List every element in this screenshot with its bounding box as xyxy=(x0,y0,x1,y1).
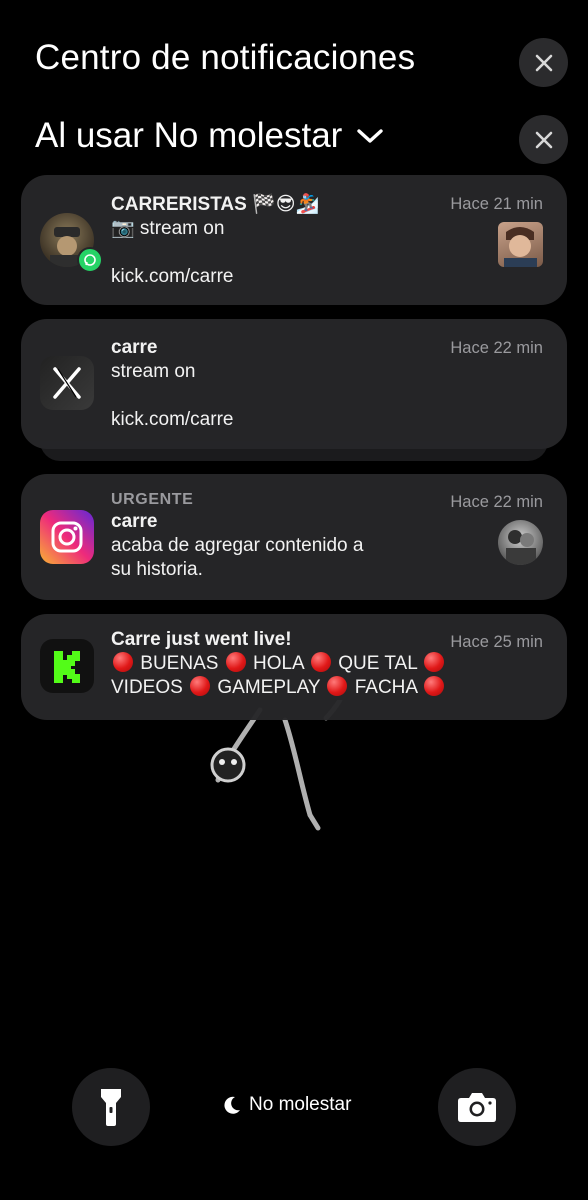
close-focus-group-button[interactable] xyxy=(519,115,568,164)
moon-icon xyxy=(224,1096,240,1114)
notification-body-line1: acaba de agregar contenido a xyxy=(111,535,364,556)
chevron-down-icon xyxy=(357,129,384,143)
red-circle-emoji xyxy=(190,676,211,696)
notification-sender: carre xyxy=(111,337,158,358)
red-circle-emoji xyxy=(327,676,348,696)
notification-time: Hace 25 min xyxy=(450,633,543,651)
notification-sender: CARRERISTAS 🏁😎🏂 xyxy=(111,194,320,215)
camera-icon xyxy=(458,1093,496,1122)
close-icon xyxy=(535,54,552,71)
notification-body-line2: VIDEOS GAMEPLAY FACHA xyxy=(111,676,446,700)
wallpaper-figure-image xyxy=(210,700,343,831)
notification-body-line2: kick.com/carre xyxy=(111,266,234,287)
camera-button[interactable] xyxy=(438,1068,516,1146)
notification-instagram[interactable]: URGENTE carre acaba de agregar contenido… xyxy=(21,474,567,600)
flashlight-icon xyxy=(101,1089,121,1126)
notification-sender: carre xyxy=(111,511,158,532)
flashlight-button[interactable] xyxy=(72,1068,150,1146)
notification-body-line1: 📷 stream on xyxy=(111,218,225,239)
notification-time: Hace 21 min xyxy=(450,195,543,213)
sender-avatar xyxy=(498,520,543,565)
focus-mode-selector[interactable]: Al usar No molestar xyxy=(35,116,384,156)
red-circle-emoji xyxy=(113,652,133,672)
notification-body-line1: BUENAS HOLA QUE TAL xyxy=(111,652,446,676)
notification-time: Hace 22 min xyxy=(450,339,543,357)
notification-body-line2: su historia. xyxy=(111,559,203,580)
notification-body-line2: kick.com/carre xyxy=(111,409,234,430)
notification-body-line1: stream on xyxy=(111,361,196,382)
focus-mode-label: Al usar No molestar xyxy=(35,116,343,155)
close-all-button[interactable] xyxy=(519,38,568,87)
urgent-tag: URGENTE xyxy=(111,491,194,508)
notification-kick[interactable]: Carre just went live! BUENAS HOLA QUE TA… xyxy=(21,614,567,720)
attached-image-thumbnail xyxy=(498,222,543,267)
page-title: Centro de notificaciones xyxy=(35,38,416,77)
x-app-icon xyxy=(40,356,94,410)
red-circle-emoji xyxy=(424,652,445,672)
notification-time: Hace 22 min xyxy=(450,493,543,511)
close-icon xyxy=(535,131,552,148)
red-circle-emoji xyxy=(424,676,445,696)
red-circle-emoji xyxy=(225,652,246,672)
do-not-disturb-label: No molestar xyxy=(249,1094,352,1115)
notification-whatsapp[interactable]: CARRERISTAS 🏁😎🏂 📷 stream on kick.com/car… xyxy=(21,175,567,305)
do-not-disturb-indicator[interactable]: No molestar xyxy=(222,1094,351,1116)
notification-sender: Carre just went live! xyxy=(111,629,292,650)
whatsapp-icon xyxy=(77,247,103,273)
instagram-app-icon xyxy=(40,510,94,564)
notification-x[interactable]: carre stream on kick.com/carre Hace 22 m… xyxy=(21,319,567,449)
red-circle-emoji xyxy=(310,652,331,672)
kick-app-icon xyxy=(40,639,94,693)
